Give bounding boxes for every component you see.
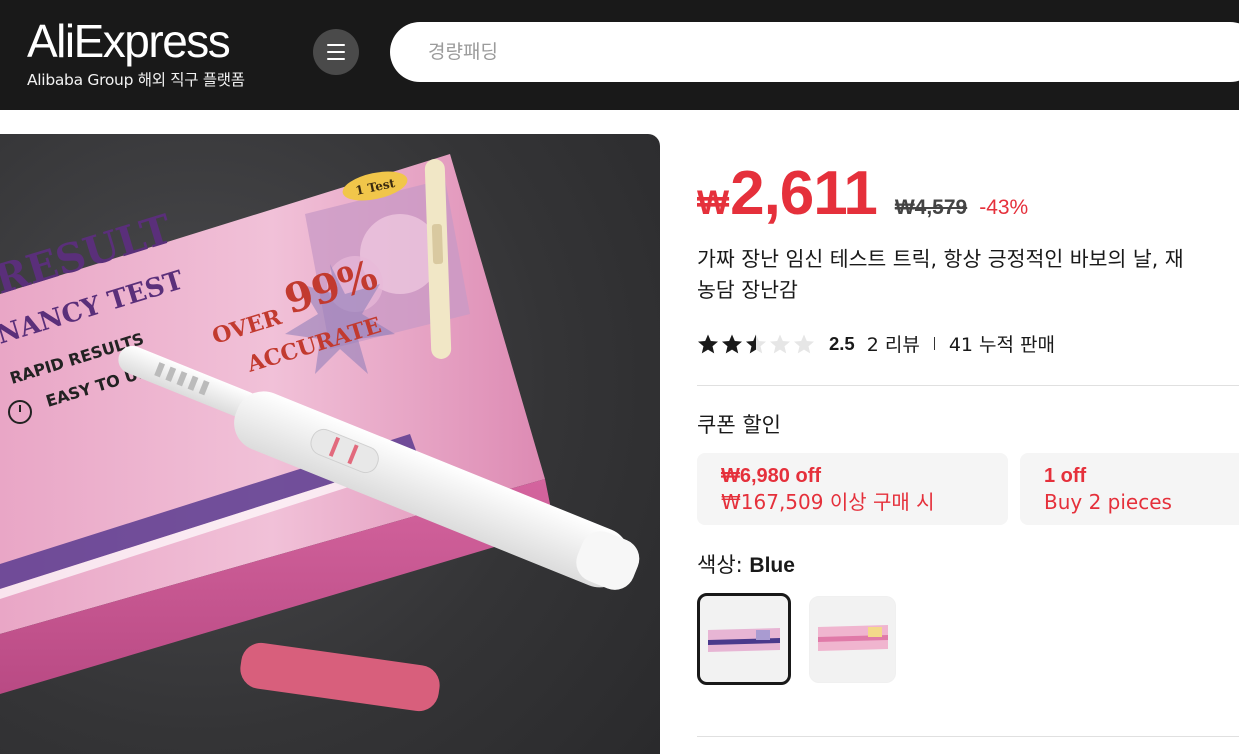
section-divider <box>697 385 1239 386</box>
divider <box>933 337 935 350</box>
color-swatch-blue[interactable] <box>697 593 791 685</box>
original-price: ₩4,579 <box>894 196 968 219</box>
star-icon <box>698 334 718 353</box>
product-title: 가짜 장난 임신 테스트 트릭, 항상 긍정적인 바보의 날, 재 농담 장난감 <box>697 247 1184 302</box>
search-input[interactable] <box>428 22 1208 82</box>
color-label: 색상: Blue <box>697 553 795 577</box>
star-icon <box>722 334 742 353</box>
review-count-link[interactable]: 2 리뷰 <box>867 330 920 357</box>
top-header: AliExpress Alibaba Group 해외 직구 플랫폼 <box>0 0 1239 110</box>
coupon-card[interactable]: ₩6,980 off ₩167,509 이상 구매 시 <box>697 453 1008 525</box>
sold-count: 41 누적 판매 <box>948 334 1055 356</box>
price-row: ₩2,611 ₩4,579 -43% <box>697 158 1028 229</box>
search-bar[interactable] <box>390 22 1239 82</box>
menu-button[interactable] <box>313 29 359 75</box>
star-rating <box>697 333 815 355</box>
star-icon <box>770 334 790 353</box>
aliexpress-logo[interactable]: AliExpress Alibaba Group 해외 직구 플랫폼 <box>27 14 245 90</box>
selected-color: Blue <box>749 554 795 577</box>
logo-subtitle: Alibaba Group 해외 직구 플랫폼 <box>27 71 245 89</box>
coupon-card[interactable]: 1 off Buy 2 pieces <box>1020 453 1239 525</box>
coupon-amount: 1 off <box>1044 465 1087 487</box>
hamburger-icon <box>327 44 345 46</box>
discount-badge: -43% <box>979 196 1029 219</box>
swatch-thumbnail <box>818 625 888 651</box>
coupon-condition: ₩167,509 이상 구매 시 <box>721 490 935 514</box>
current-price: ₩2,611 <box>697 159 878 228</box>
star-icon <box>794 334 814 353</box>
logo-wordmark: AliExpress <box>27 15 231 67</box>
swatch-thumbnail <box>708 628 780 652</box>
test-cap <box>240 642 440 712</box>
rating-score: 2.5 <box>829 332 855 354</box>
star-icon <box>746 334 766 353</box>
coupon-condition: Buy 2 pieces <box>1044 490 1172 514</box>
product-image[interactable]: 1 Test RESULT NANCY TEST RAPID RESULTS E… <box>0 134 660 754</box>
color-swatch-pink[interactable] <box>809 596 896 683</box>
section-divider <box>697 736 1239 737</box>
product-photo-illustration: 1 Test RESULT NANCY TEST RAPID RESULTS E… <box>0 154 640 712</box>
rating-row: 2.5 2 리뷰 41 누적 판매 <box>697 330 1055 357</box>
coupon-amount: ₩6,980 off <box>721 465 822 487</box>
coupon-heading: 쿠폰 할인 <box>697 413 781 437</box>
